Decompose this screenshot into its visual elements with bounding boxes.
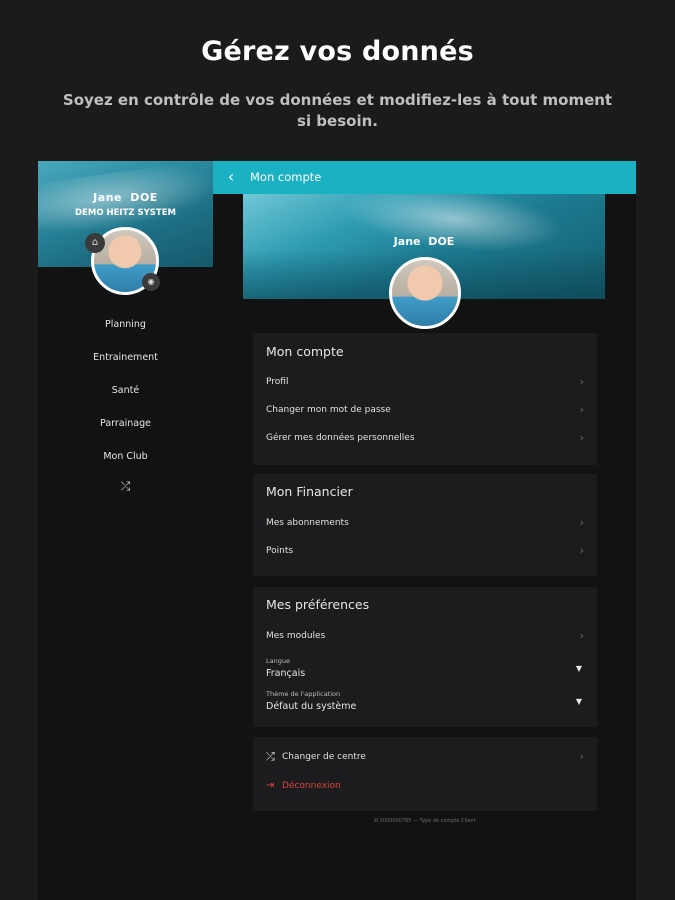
row-label: Mes modules — [266, 631, 326, 641]
financial-card-title: Mon Financier — [266, 484, 353, 499]
sidebar-org-name: DEMO HEITZ SYSTEM — [75, 208, 176, 218]
sidebar-item-entrainement[interactable]: Entrainement — [38, 349, 213, 382]
points-row[interactable]: Points › — [253, 542, 597, 566]
modules-row[interactable]: Mes modules › — [253, 627, 597, 651]
sidebar-item-sante[interactable]: Santé — [38, 382, 213, 415]
sidebar-item-planning[interactable]: Planning — [38, 316, 213, 349]
row-label: Profil — [266, 377, 289, 387]
change-center-row[interactable]: ⤮ Changer de centre › — [253, 748, 597, 772]
home-icon[interactable]: ⌂ — [85, 233, 105, 253]
theme-value: Défaut du système — [266, 701, 357, 712]
chevron-right-icon: › — [579, 431, 584, 444]
logout-icon: ⇥ — [266, 780, 275, 791]
shuffle-icon: ⤮ — [266, 750, 275, 763]
app-bar: ‹ Mon compte — [213, 161, 636, 194]
language-value: Français — [266, 668, 306, 679]
subscriptions-row[interactable]: Mes abonnements › — [253, 514, 597, 538]
row-label: Changer de centre — [282, 752, 366, 762]
financial-card: Mon Financier Mes abonnements › Points › — [253, 474, 597, 576]
sidebar-nav: Planning Entrainement Santé Parrainage M… — [38, 316, 213, 494]
profile-name: Jane DOE — [393, 235, 455, 248]
hero-title: Gérez vos donnés — [201, 36, 474, 67]
hero-subtitle: Soyez en contrôle de vos données et modi… — [62, 91, 613, 130]
language-label: Langue — [266, 657, 290, 665]
theme-select[interactable]: Thème de l'application Défaut du système… — [253, 690, 597, 718]
chevron-right-icon: › — [579, 516, 584, 529]
sidebar-user-name: Jane DOE — [93, 191, 158, 204]
profile-row[interactable]: Profil › — [253, 373, 597, 397]
main-panel: ‹ Mon compte Jane DOE Mon compte Profil … — [213, 161, 636, 900]
preferences-card-title: Mes préférences — [266, 597, 370, 612]
profile-avatar[interactable] — [389, 257, 461, 329]
chevron-right-icon: › — [579, 375, 584, 388]
back-arrow-icon[interactable]: ‹ — [221, 167, 241, 187]
manage-data-row[interactable]: Gérer mes données personnelles › — [253, 429, 597, 453]
dropdown-caret-icon: ▼ — [575, 664, 582, 673]
sidebar-item-mon-club[interactable]: Mon Club — [38, 448, 213, 481]
sidebar-item-parrainage[interactable]: Parrainage — [38, 415, 213, 448]
chevron-right-icon: › — [579, 750, 584, 763]
camera-icon[interactable]: ◉ — [142, 273, 160, 291]
logout-label: Déconnexion — [282, 781, 341, 791]
account-card: Mon compte Profil › Changer mon mot de p… — [253, 333, 597, 465]
account-footer: Id 3000000765 — Type de compte Client — [373, 818, 476, 824]
row-label: Points — [266, 546, 294, 556]
chevron-right-icon: › — [579, 544, 584, 557]
app-screen: Jane DOE DEMO HEITZ SYSTEM ⌂ ◉ Planning … — [38, 161, 636, 900]
row-label: Gérer mes données personnelles — [266, 433, 415, 443]
chevron-right-icon: › — [579, 403, 584, 416]
row-label: Changer mon mot de passe — [266, 405, 391, 415]
row-label: Mes abonnements — [266, 518, 349, 528]
account-card-title: Mon compte — [266, 344, 344, 359]
theme-label: Thème de l'application — [266, 690, 341, 698]
actions-card: ⤮ Changer de centre › ⇥ Déconnexion — [253, 737, 597, 811]
dropdown-caret-icon: ▼ — [575, 697, 582, 706]
sidebar: Jane DOE DEMO HEITZ SYSTEM ⌂ ◉ Planning … — [38, 161, 213, 900]
page-title: Mon compte — [250, 170, 322, 184]
preferences-card: Mes préférences Mes modules › Langue Fra… — [253, 587, 597, 727]
logout-row[interactable]: ⇥ Déconnexion — [253, 777, 597, 801]
change-password-row[interactable]: Changer mon mot de passe › — [253, 401, 597, 425]
shuffle-icon[interactable]: ⤮ — [38, 479, 213, 494]
chevron-right-icon: › — [579, 629, 584, 642]
language-select[interactable]: Langue Français ▼ — [253, 657, 597, 685]
